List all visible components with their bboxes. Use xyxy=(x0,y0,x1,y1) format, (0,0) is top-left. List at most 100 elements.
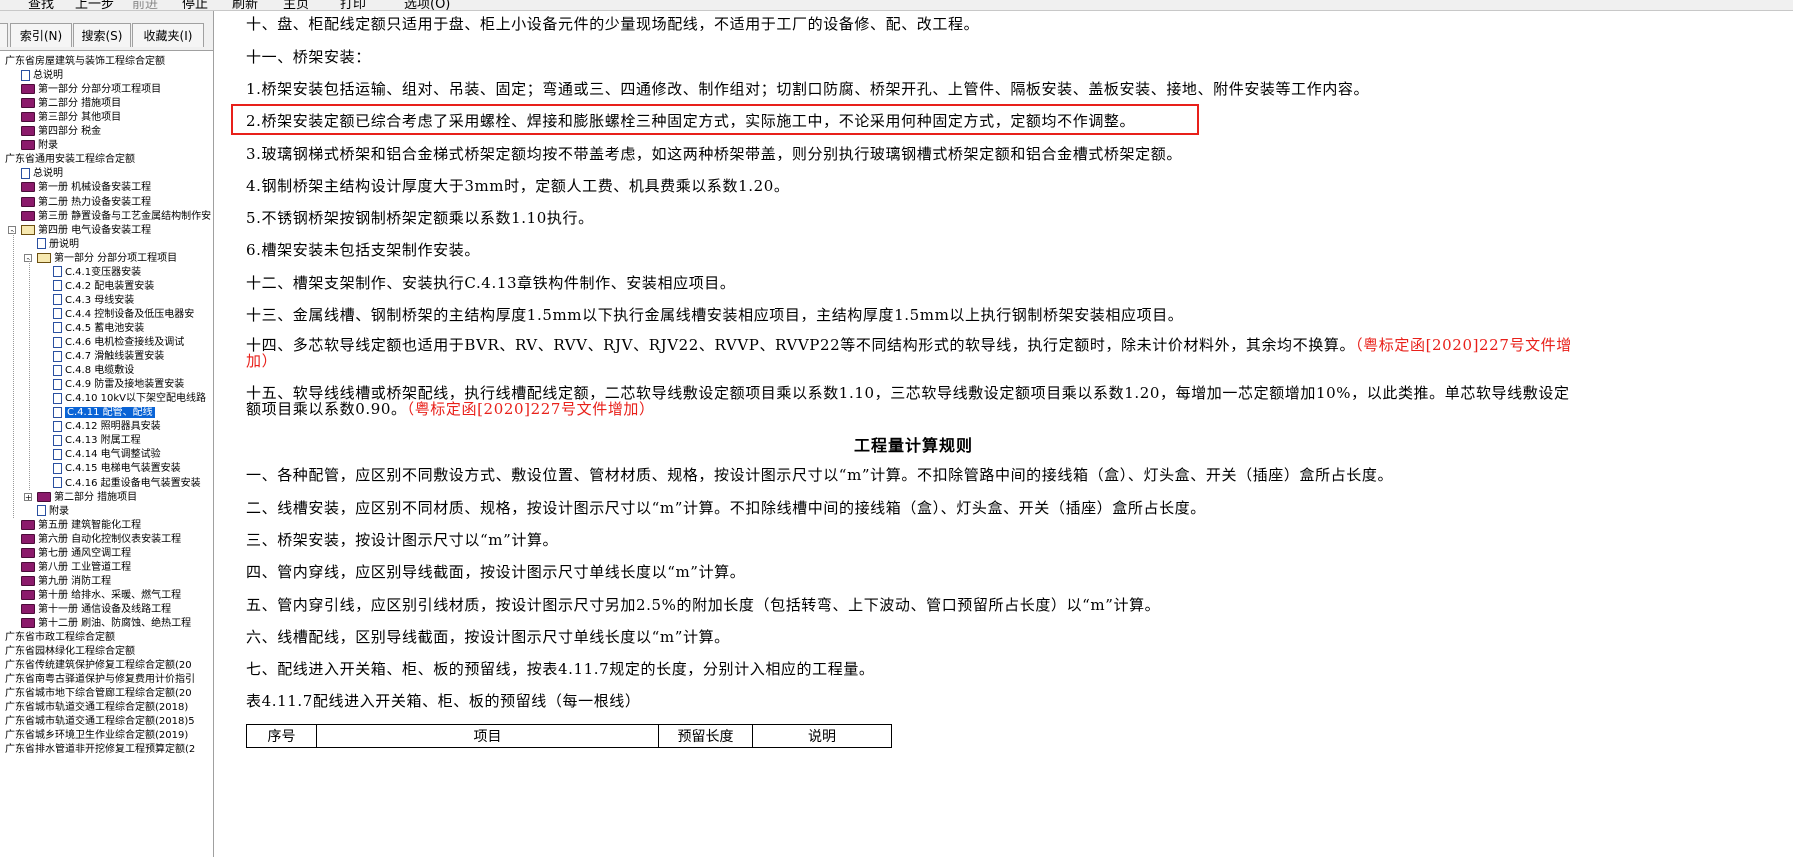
table-header-row: 序号 项目 预留长度 说明 xyxy=(246,724,892,748)
tree-item[interactable]: 第七册 通风空调工程 xyxy=(21,546,131,561)
tree-item[interactable]: 第六册 自动化控制仪表安装工程 xyxy=(21,532,181,547)
tree-item-label: 广东省城乡环境卫生作业综合定额(2019) xyxy=(5,730,189,742)
table-header-cell: 项目 xyxy=(316,724,659,748)
tree-item[interactable]: 第九册 消防工程 xyxy=(21,574,111,589)
tab-index[interactable]: 索引(N) xyxy=(10,23,72,47)
tree-item[interactable]: 第一部分 分部分项工程项目 xyxy=(37,251,177,266)
book-icon xyxy=(37,491,51,502)
tree-item[interactable]: 第四部分 税金 xyxy=(21,124,101,139)
paragraph-13: 十三、金属线槽、钢制桥架的主结构厚度1.5mm以下执行金属线槽安装相应项目，主结… xyxy=(246,306,1184,324)
tree-item[interactable]: C.4.3 母线安装 xyxy=(53,293,134,308)
rule-1: 一、各种配管，应区别不同敷设方式、敷设位置、管材材质、规格，按设计图示尺寸以“m… xyxy=(246,466,1394,484)
tree-item[interactable]: 第十一册 通信设备及线路工程 xyxy=(21,602,171,617)
tree-item[interactable]: 第二部分 措施项目 xyxy=(21,96,121,111)
tree-item[interactable]: 总说明 xyxy=(21,68,63,83)
tree-item[interactable]: 广东省通用安装工程综合定额 xyxy=(5,152,135,167)
book-icon xyxy=(21,210,35,221)
tree-item[interactable]: 第十二册 刷油、防腐蚀、绝热工程 xyxy=(21,616,191,631)
tree-item[interactable]: 广东省南粤古驿道保护与修复费用计价指引 xyxy=(5,672,195,687)
tree-item[interactable]: C.4.2 配电装置安装 xyxy=(53,279,154,294)
toolbar-stop-button[interactable]: 停止 xyxy=(182,0,208,10)
page-icon xyxy=(37,238,46,250)
tree-item[interactable]: 册说明 xyxy=(37,237,79,252)
toolbar-print-button[interactable]: 打印 xyxy=(340,0,366,10)
tree-item[interactable]: 第十册 给排水、采暖、燃气工程 xyxy=(21,588,181,603)
tree-item-label: 广东省市政工程综合定额 xyxy=(5,632,115,644)
collapse-toggle[interactable]: - xyxy=(8,225,16,234)
tab-contents[interactable] xyxy=(0,23,8,47)
tree-item[interactable]: 广东省园林绿化工程综合定额 xyxy=(5,644,135,659)
tree-item[interactable]: 第四册 电气设备安装工程 xyxy=(21,223,151,238)
tree-item-label: 第二部分 措施项目 xyxy=(38,98,122,110)
tree-item[interactable]: 第三部分 其他项目 xyxy=(21,110,121,125)
tab-favorites[interactable]: 收藏夹(I) xyxy=(132,23,204,47)
tree-item[interactable]: 广东省城乡环境卫生作业综合定额(2019) xyxy=(5,728,188,743)
tree-item-label: 总说明 xyxy=(33,70,63,82)
tree-item[interactable]: 广东省城市轨道交通工程综合定额(2018) xyxy=(5,700,188,715)
tree-item[interactable]: C.4.13 附属工程 xyxy=(53,433,141,448)
navigation-pane: 索引(N) 搜索(S) 收藏夹(I) 广东省房屋建筑与装饰工程综合定额 总说明 第一… xyxy=(0,11,214,857)
section-heading: 工程量计算规则 xyxy=(854,436,974,455)
tree-item[interactable]: 广东省市政工程综合定额 xyxy=(5,630,115,645)
expand-toggle[interactable]: + xyxy=(24,492,32,501)
table-header-cell: 预留长度 xyxy=(658,724,753,748)
tree-item-label: 广东省排水管道非开挖修复工程预算定额(2 xyxy=(5,744,196,756)
tab-search[interactable]: 搜索(S) xyxy=(73,23,131,47)
tree-item[interactable]: 第三册 静置设备与工艺金属结构制作安 xyxy=(21,209,211,224)
tree-item[interactable]: C.4.16 起重设备电气装置安装 xyxy=(53,476,201,491)
tree-item[interactable]: C.4.15 电梯电气装置安装 xyxy=(53,461,181,476)
tree-item[interactable]: 第一册 机械设备安装工程 xyxy=(21,180,151,195)
toolbar-forward-button[interactable]: 前进 xyxy=(132,0,158,10)
tree-item[interactable]: 第二部分 措施项目 xyxy=(37,490,137,505)
tree-item[interactable]: C.4.6 电机检查接线及调试 xyxy=(53,335,184,350)
paragraph-11-6: 6.槽架安装未包括支架制作安装。 xyxy=(246,241,480,259)
toolbar-find-button[interactable]: 查找 xyxy=(28,0,54,10)
tree-item-label: C.4.11 配管、配线 xyxy=(65,407,155,419)
tree-item[interactable]: C.4.7 滑触线装置安装 xyxy=(53,349,164,364)
rule-7: 七、配线进入开关箱、柜、板的预留线，按表4.11.7规定的长度，分别计入相应的工… xyxy=(246,660,875,678)
tree-item[interactable]: C.4.14 电气调整试验 xyxy=(53,447,161,462)
toolbar-back-button[interactable]: 上一步 xyxy=(75,0,114,10)
tree-item[interactable]: C.4.8 电缆敷设 xyxy=(53,363,134,378)
tree-item[interactable]: C.4.9 防雷及接地装置安装 xyxy=(53,377,184,392)
tree-item[interactable]: 附录 xyxy=(21,138,58,153)
page-icon xyxy=(53,434,62,446)
tree-item[interactable]: C.4.10 10kV以下架空配电线路 xyxy=(53,391,206,406)
tree-item[interactable]: 第八册 工业管道工程 xyxy=(21,560,131,575)
tree-item[interactable]: 第二册 热力设备安装工程 xyxy=(21,195,151,210)
page-icon xyxy=(53,322,62,334)
tree-item[interactable]: 广东省城市地下综合管廊工程综合定额(20 xyxy=(5,686,192,701)
tree-item[interactable]: C.4.12 照明器具安装 xyxy=(53,419,161,434)
tree-item[interactable]: C.4.1变压器安装 xyxy=(53,265,141,280)
book-icon xyxy=(21,196,35,207)
page-icon xyxy=(53,378,62,390)
tree-item[interactable]: 广东省城市轨道交通工程综合定额(2018)5 xyxy=(5,714,195,729)
book-icon xyxy=(21,98,35,109)
tree-item[interactable]: C.4.4 控制设备及低压电器安 xyxy=(53,307,194,322)
tree-item[interactable]: 总说明 xyxy=(21,166,63,181)
tree-item-label: C.4.16 起重设备电气装置安装 xyxy=(65,477,201,489)
tree-item-label: 广东省房屋建筑与装饰工程综合定额 xyxy=(5,56,165,67)
tree-item[interactable]: 第一部分 分部分项工程项目 xyxy=(21,82,161,97)
tree-item-label: 广东省通用安装工程综合定额 xyxy=(5,154,135,166)
toolbar-options-button[interactable]: 选项(O) xyxy=(404,0,450,10)
collapse-toggle[interactable]: - xyxy=(24,253,32,262)
page-icon xyxy=(53,420,62,432)
tree-item[interactable]: 第五册 建筑智能化工程 xyxy=(21,518,141,533)
tree-guide-line xyxy=(13,230,14,518)
tree-item[interactable]: C.4.5 蓄电池安装 xyxy=(53,321,144,336)
document-content: 十、盘、柜配线定额只适用于盘、柜上小设备元件的少量现场配线，不适用于工厂的设备修… xyxy=(214,11,1793,857)
tree-item-label: C.4.14 电气调整试验 xyxy=(65,449,161,461)
tree-item[interactable]: 广东省传统建筑保护修复工程综合定额(20 xyxy=(5,658,192,673)
toolbar-home-button[interactable]: 主页 xyxy=(283,0,309,10)
tree-item[interactable]: C.4.11 配管、配线 xyxy=(53,405,155,420)
tree-item[interactable]: 广东省房屋建筑与装饰工程综合定额 xyxy=(5,54,165,69)
paragraph-11-5: 5.不锈钢桥架按钢制桥架定额乘以系数1.10执行。 xyxy=(246,209,594,227)
tree-item[interactable]: 广东省排水管道非开挖修复工程预算定额(2 xyxy=(5,742,195,757)
book-icon xyxy=(21,182,35,193)
tree-item[interactable]: 附录 xyxy=(37,504,69,519)
table-header-cell: 说明 xyxy=(752,724,892,748)
toolbar-refresh-button[interactable]: 刷新 xyxy=(232,0,258,10)
tree-item-label: 第二部分 措施项目 xyxy=(54,491,138,503)
page-icon xyxy=(53,462,62,474)
